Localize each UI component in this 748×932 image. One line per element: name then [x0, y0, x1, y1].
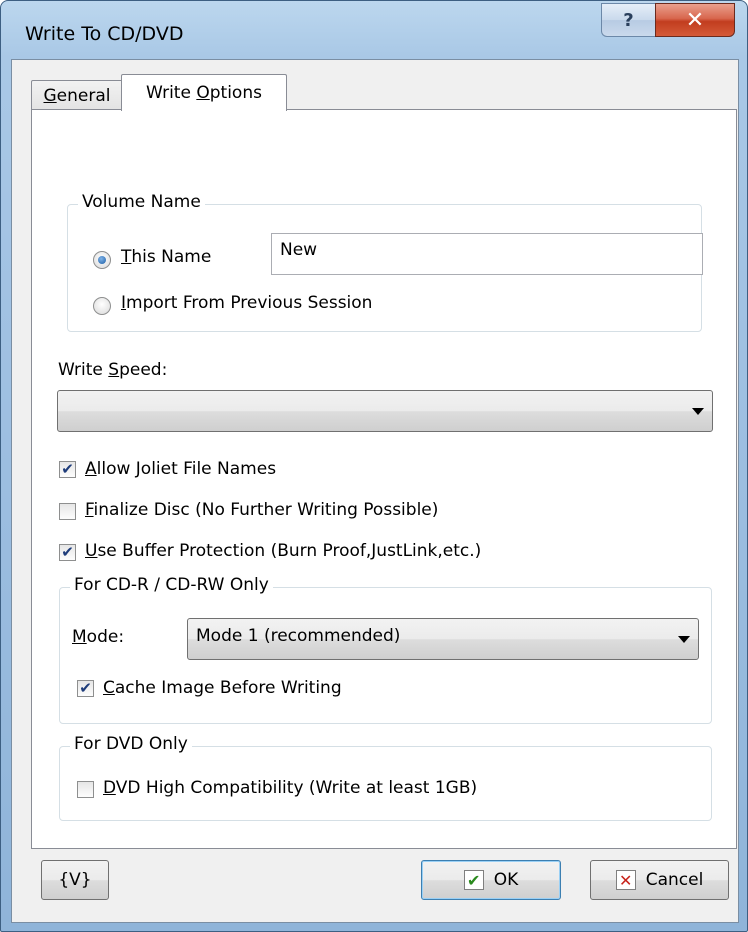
tab-general[interactable]: General	[31, 80, 123, 110]
dialog-client: General Write Options Volume Name This N…	[11, 59, 739, 923]
buffer-protection-checkbox[interactable]: ✔	[59, 544, 76, 561]
write-speed-select[interactable]	[57, 390, 713, 432]
chevron-down-icon	[678, 636, 690, 643]
ok-button[interactable]: ✔ OK	[421, 860, 561, 900]
mode-value: Mode 1 (recommended)	[196, 626, 401, 646]
write-speed-label: Write Speed:	[58, 360, 168, 380]
finalize-label[interactable]: Finalize Disc (No Further Writing Possib…	[85, 500, 438, 520]
cache-image-label[interactable]: Cache Image Before Writing	[103, 678, 342, 698]
close-icon: ✕	[685, 7, 705, 33]
variables-button[interactable]: {V}	[41, 860, 109, 900]
cancel-icon: ✕	[615, 870, 636, 890]
joliet-checkbox[interactable]: ✔	[59, 461, 76, 478]
import-session-radio[interactable]	[93, 297, 111, 315]
mode-select[interactable]: Mode 1 (recommended)	[187, 618, 699, 660]
tab-write-options[interactable]: Write Options	[121, 74, 287, 111]
cd-only-legend: For CD-R / CD-RW Only	[70, 575, 273, 595]
write-options-panel: Volume Name This Name New Import From Pr…	[31, 109, 737, 849]
close-button[interactable]: ✕	[655, 3, 735, 37]
volume-name-legend: Volume Name	[78, 192, 205, 212]
import-session-label[interactable]: Import From Previous Session	[121, 293, 372, 313]
dvd-high-compat-checkbox[interactable]	[77, 781, 94, 798]
dvd-only-group: For DVD Only DVD High Compatibility (Wri…	[59, 734, 712, 821]
dialog-window: Write To CD/DVD ? ✕ General Write Option…	[0, 0, 748, 932]
window-title: Write To CD/DVD	[25, 23, 184, 45]
help-icon: ?	[623, 9, 634, 31]
mode-label: Mode:	[72, 627, 125, 647]
checkmark-icon: ✔	[463, 870, 484, 890]
cache-image-checkbox[interactable]: ✔	[77, 680, 94, 697]
this-name-label[interactable]: This Name	[121, 247, 211, 267]
volume-name-group: Volume Name This Name New Import From Pr…	[67, 192, 703, 332]
dvd-only-legend: For DVD Only	[70, 734, 192, 754]
joliet-label[interactable]: Allow Joliet File Names	[85, 459, 276, 479]
buffer-protection-label[interactable]: Use Buffer Protection (Burn Proof,JustLi…	[85, 541, 481, 561]
volume-name-input[interactable]: New	[271, 233, 703, 275]
caption-buttons: ? ✕	[601, 3, 735, 37]
chevron-down-icon	[692, 408, 704, 415]
help-button[interactable]: ?	[601, 3, 655, 37]
cd-only-group: For CD-R / CD-RW Only Mode: Mode 1 (reco…	[59, 575, 712, 724]
this-name-radio[interactable]	[93, 251, 111, 269]
finalize-checkbox[interactable]	[59, 503, 76, 520]
cancel-button[interactable]: ✕ Cancel	[590, 860, 729, 900]
dvd-high-compat-label[interactable]: DVD High Compatibility (Write at least 1…	[103, 778, 477, 798]
